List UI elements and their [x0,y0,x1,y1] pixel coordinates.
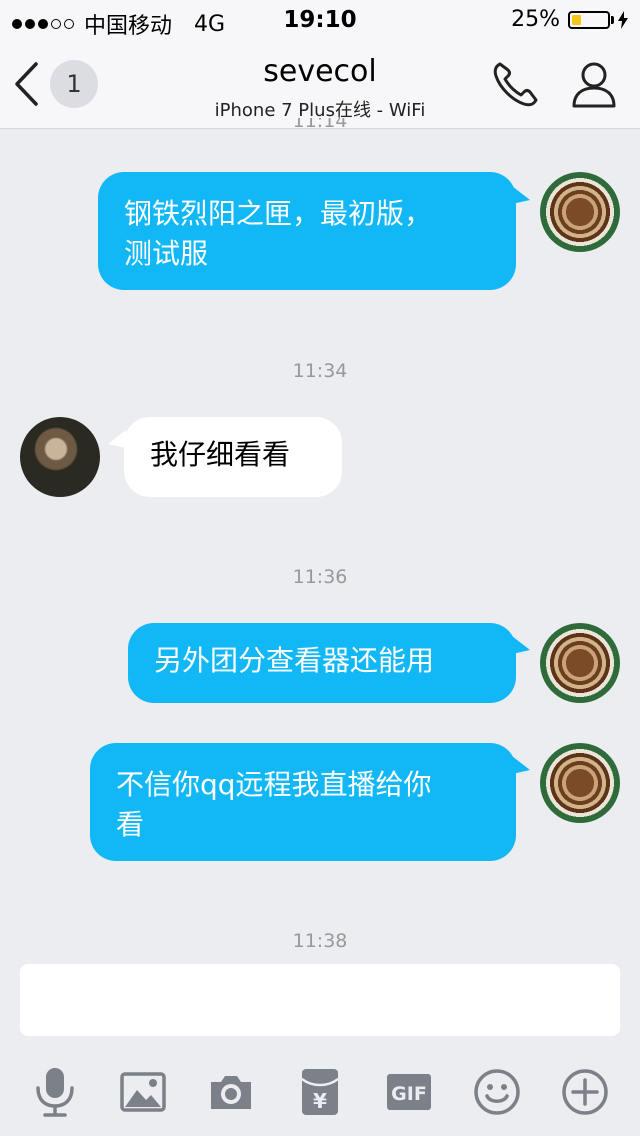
bubble-tail [108,430,126,448]
battery-percent: 25% [511,7,560,32]
camera-icon [211,1076,251,1109]
battery-tip [611,15,614,24]
gif-label: GIF [391,1083,427,1105]
battery-level-fill [572,14,581,25]
call-button[interactable] [490,60,546,110]
phone-icon [493,62,538,107]
message-text-line: 钢铁烈阳之匣，最初版， [124,197,433,230]
charging-bolt-icon [618,10,628,29]
bubble-tail [512,756,530,774]
my-avatar[interactable] [540,172,620,252]
user-icon [572,62,616,108]
timestamp: 11:38 [292,930,348,952]
input-toolbar: ¥ GIF [0,1048,640,1136]
emoji-icon [474,1069,520,1115]
timestamp-clipped: 11:14 [0,118,640,128]
red-packet-symbol: ¥ [313,1089,327,1113]
gif-icon: GIF [387,1074,431,1110]
my-avatar[interactable] [540,623,620,703]
message-input[interactable] [20,964,620,1036]
outgoing-message-bubble[interactable]: 钢铁烈阳之匣，最初版， 测试服 [98,172,516,290]
red-packet-button[interactable]: ¥ [292,1064,348,1120]
microphone-icon [36,1068,74,1117]
voice-button[interactable] [27,1064,83,1120]
timestamp: 11:34 [292,360,348,382]
gif-button[interactable]: GIF [381,1064,437,1120]
message-text-line: 测试服 [124,237,209,270]
image-icon [120,1072,166,1112]
bubble-tail [512,636,530,654]
emoji-button[interactable] [469,1064,525,1120]
red-packet-icon: ¥ [301,1069,339,1115]
battery-icon [568,10,610,29]
battery-status: 25% [511,7,628,32]
status-bar: 中国移动 4G 19:10 25% [0,0,640,40]
my-avatar[interactable] [540,743,620,823]
timestamp-clipped-text: 11:14 [293,118,348,128]
outgoing-message-bubble[interactable]: 另外团分查看器还能用 [128,623,516,703]
more-button[interactable] [557,1064,613,1120]
bubble-tail [512,186,530,204]
incoming-message-bubble[interactable]: 我仔细看看 [124,417,342,497]
contact-avatar[interactable] [20,417,100,497]
profile-button[interactable] [568,60,624,110]
message-text-line: 看 [116,808,145,841]
photo-button[interactable] [115,1064,171,1120]
message-text: 另外团分查看器还能用 [154,644,435,677]
message-text: 我仔细看看 [150,438,291,471]
plus-icon [562,1069,608,1115]
message-text-line: 不信你qq远程我直播给你 [116,768,432,801]
timestamp: 11:36 [292,566,348,588]
chat-header: 1 sevecol iPhone 7 Plus在线 - WiFi [0,40,640,129]
outgoing-message-bubble[interactable]: 不信你qq远程我直播给你 看 [90,743,516,861]
camera-button[interactable] [203,1064,259,1120]
